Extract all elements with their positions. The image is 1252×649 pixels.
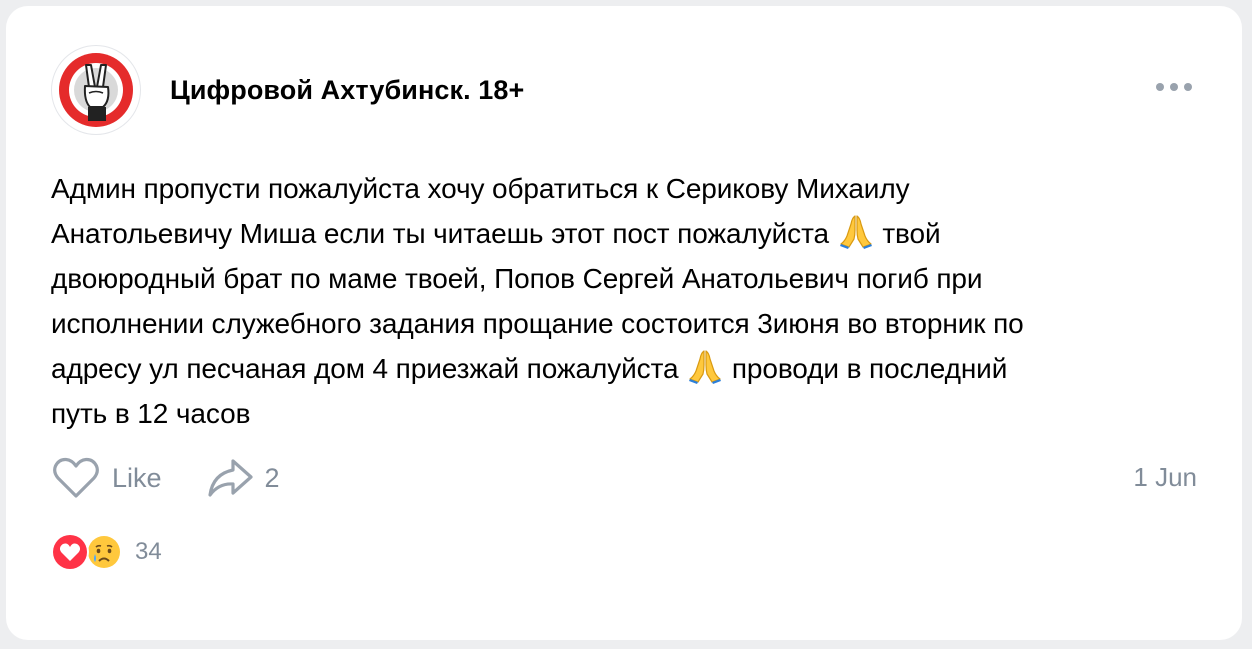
- reaction-icons: [51, 533, 125, 571]
- peace-hand-logo-icon: [59, 53, 133, 127]
- post-text-fragment: проводи в последний: [724, 353, 1008, 384]
- more-options-button[interactable]: [1151, 76, 1197, 98]
- folded-hands-icon: [689, 350, 722, 384]
- post-text: Админ пропусти пожалуйста хочу обратитьс…: [51, 166, 1201, 436]
- like-button[interactable]: Like: [52, 457, 162, 499]
- post-text-line: Анатольевичу Миша если ты читаешь этот п…: [51, 218, 837, 249]
- post-text-fragment: твой: [874, 218, 941, 249]
- crying-face-icon: [85, 533, 123, 571]
- red-heart-icon: [51, 533, 89, 571]
- share-arrow-icon: [207, 458, 253, 498]
- post-header: Цифровой Ахтубинск. 18+: [51, 44, 524, 136]
- group-name[interactable]: Цифровой Ахтубинск. 18+: [170, 75, 524, 106]
- like-label: Like: [112, 462, 162, 493]
- heart-outline-icon: [52, 457, 100, 499]
- folded-hands-icon: [839, 215, 872, 249]
- post-text-line: путь в 12 часов: [51, 398, 251, 429]
- more-dots-icon: [1156, 83, 1192, 91]
- reactions-summary[interactable]: 34: [51, 532, 162, 572]
- post-actions: Like 2: [52, 450, 280, 506]
- post-text-line: Админ пропусти пожалуйста хочу обратитьс…: [51, 173, 910, 204]
- post-date[interactable]: 1 Jun: [1133, 462, 1197, 493]
- share-button[interactable]: 2: [207, 458, 280, 498]
- post-text-line: адресу ул песчаная дом 4 приезжай пожалу…: [51, 353, 687, 384]
- post-text-line: исполнении служебного задания прощание с…: [51, 308, 1024, 339]
- post-card: Цифровой Ахтубинск. 18+ Админ пропусти п…: [6, 6, 1242, 640]
- share-count: 2: [264, 462, 280, 493]
- post-text-line: двоюродный брат по маме твоей, Попов Сер…: [51, 263, 983, 294]
- group-avatar[interactable]: [51, 45, 141, 135]
- reaction-count: 34: [135, 538, 162, 565]
